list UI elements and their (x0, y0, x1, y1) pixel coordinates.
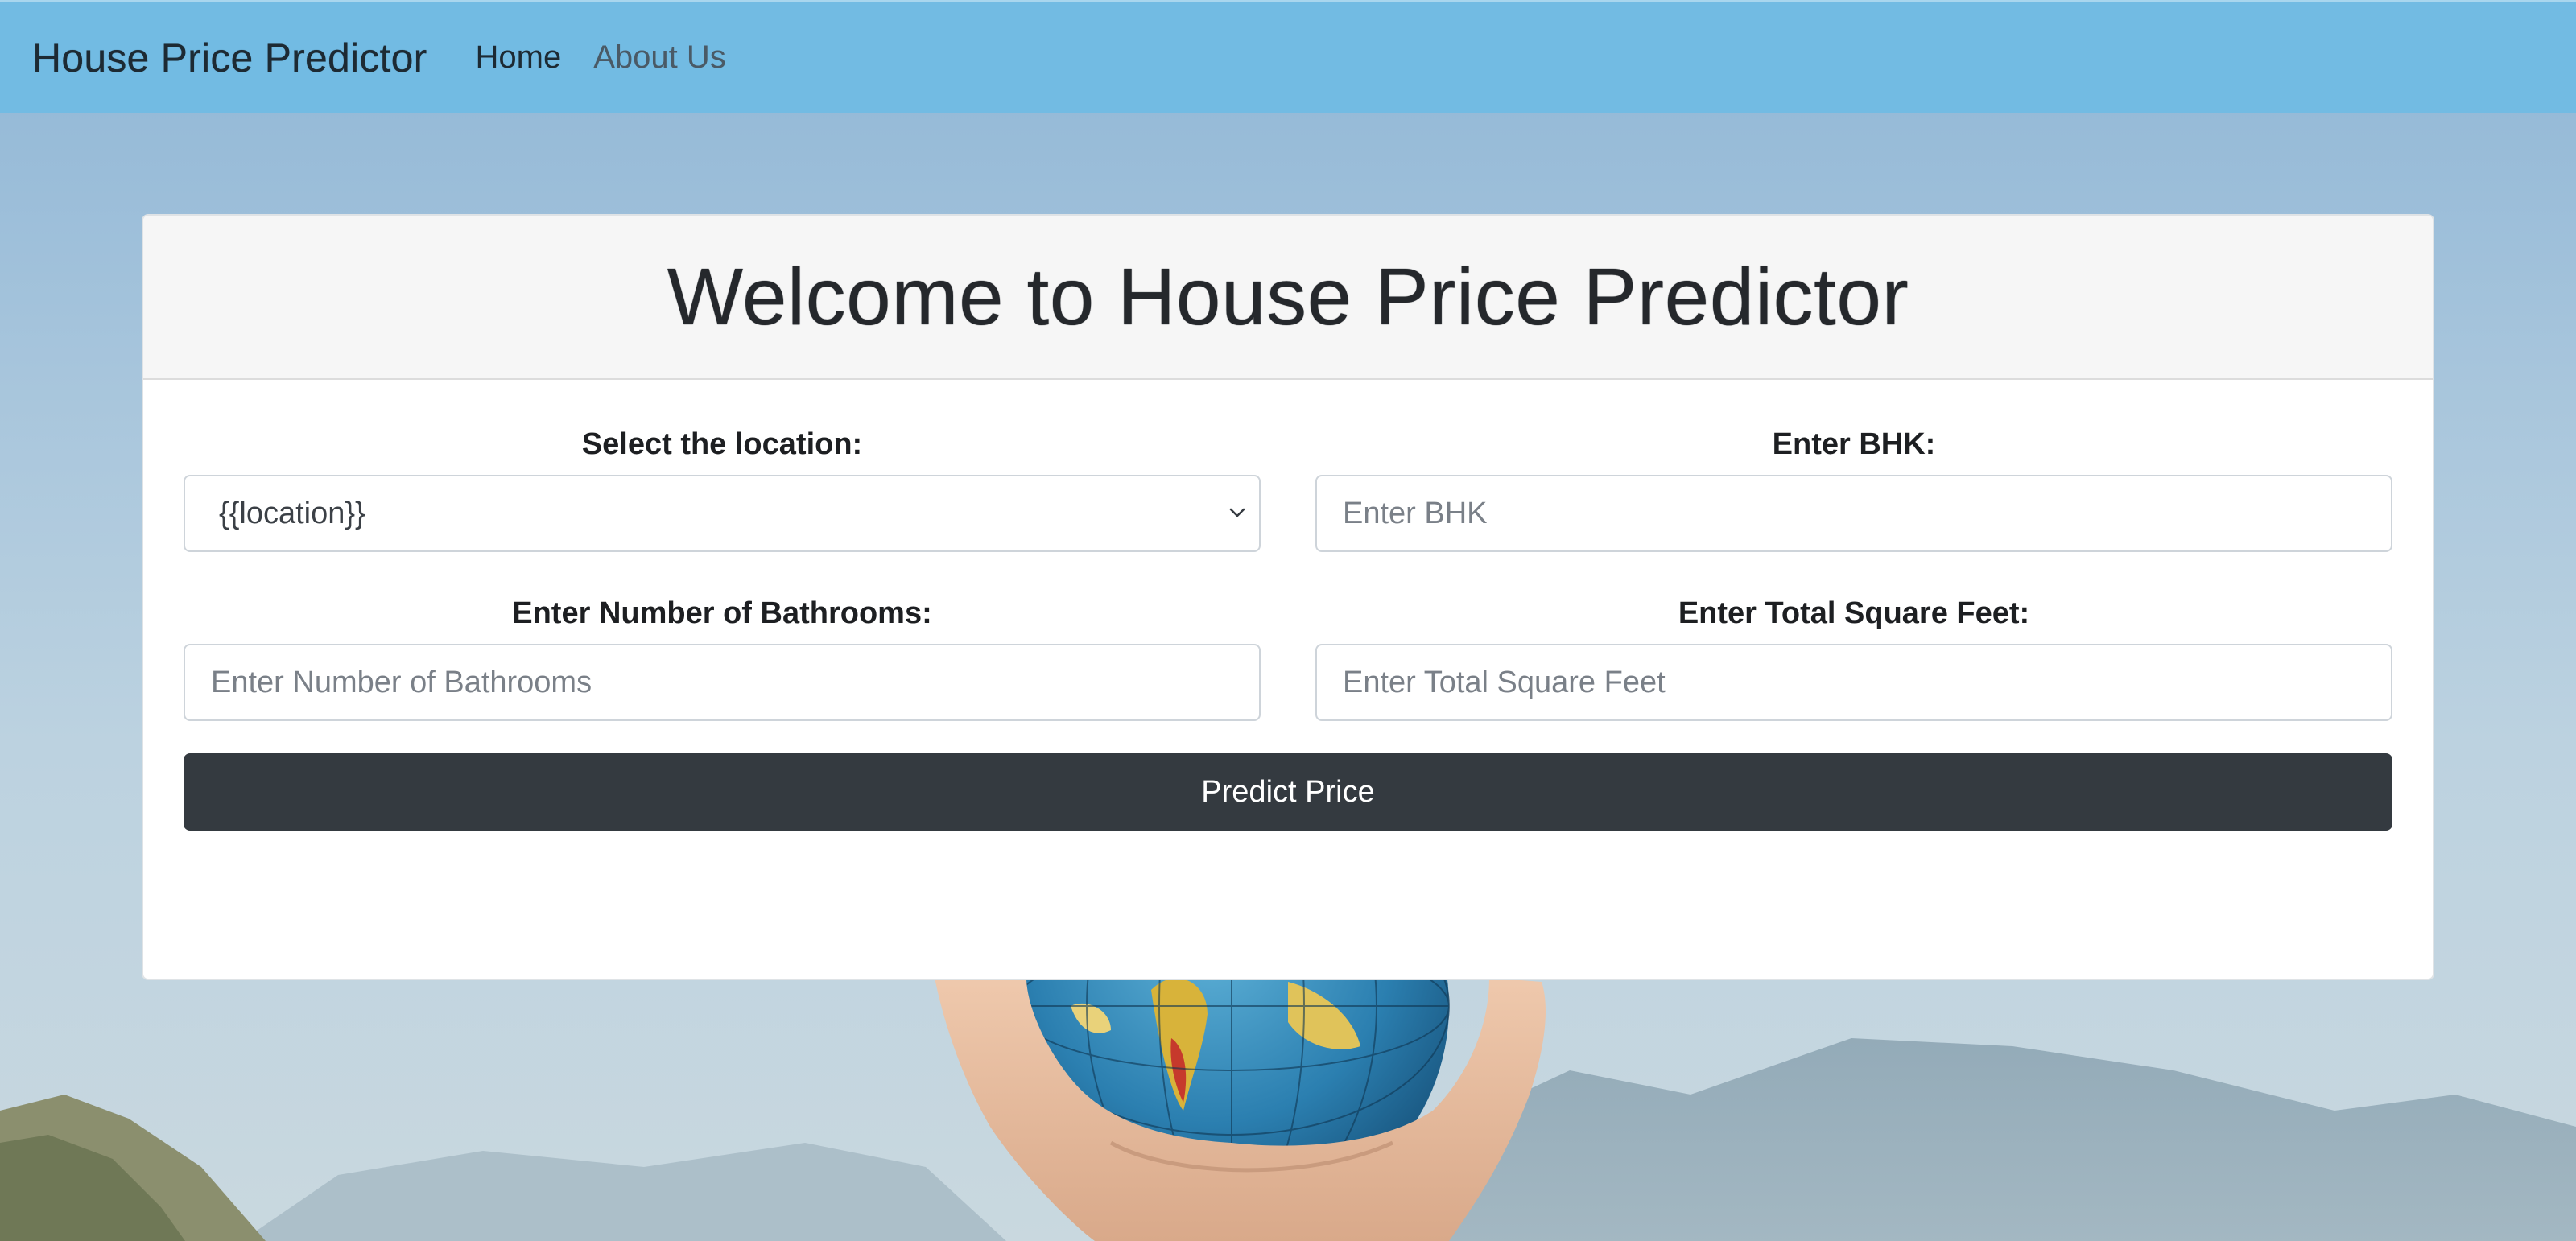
sqft-label: Enter Total Square Feet: (1678, 596, 2030, 630)
form-row-1: Select the location: {{location}} Enter … (184, 420, 2392, 552)
location-select-value[interactable]: {{location}} (184, 475, 1261, 552)
card-header: Welcome to House Price Predictor (143, 216, 2433, 380)
bhk-label: Enter BHK: (1772, 427, 1936, 461)
predict-price-button[interactable]: Predict Price (184, 753, 2392, 831)
predictor-card: Welcome to House Price Predictor Select … (142, 214, 2434, 980)
navbar-brand[interactable]: House Price Predictor (32, 35, 427, 81)
bathrooms-label: Enter Number of Bathrooms: (512, 596, 932, 630)
location-group: Select the location: {{location}} (184, 420, 1261, 552)
bathrooms-group: Enter Number of Bathrooms: (184, 589, 1261, 721)
prediction-form: Select the location: {{location}} Enter … (143, 420, 2433, 831)
bathrooms-input[interactable] (184, 644, 1261, 721)
bhk-input[interactable] (1315, 475, 2392, 552)
bhk-group: Enter BHK: (1315, 420, 2392, 552)
location-select[interactable]: {{location}} (184, 475, 1261, 552)
top-navbar: House Price Predictor Home About Us (0, 0, 2576, 113)
nav-link-home[interactable]: Home (476, 39, 562, 76)
chevron-down-icon (1229, 508, 1245, 517)
location-label: Select the location: (581, 427, 863, 461)
sqft-group: Enter Total Square Feet: (1315, 589, 2392, 721)
page-title: Welcome to House Price Predictor (667, 251, 1909, 342)
sqft-input[interactable] (1315, 644, 2392, 721)
nav-link-about-us[interactable]: About Us (593, 39, 726, 76)
form-row-2: Enter Number of Bathrooms: Enter Total S… (184, 589, 2392, 721)
